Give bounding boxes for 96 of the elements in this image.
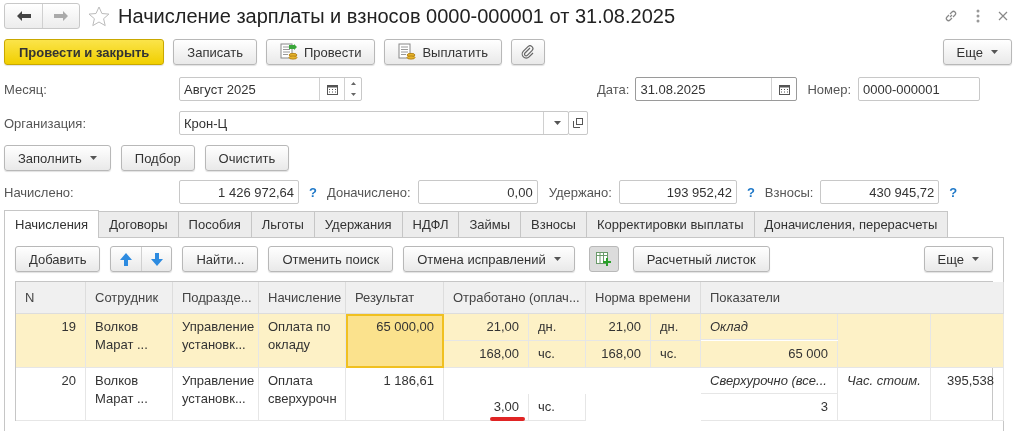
more-button[interactable]: Еще [923,246,993,272]
caret-icon [972,257,979,261]
action-button[interactable]: Очистить [204,145,290,171]
tab[interactable]: Взносы [520,211,587,237]
table-cell: Управление установк... [173,314,259,368]
table-cell: 3,00 [444,394,529,421]
document-arrow-icon [279,43,298,61]
month-field[interactable]: Август 2025 [179,77,362,101]
table-cell: Оклад [701,314,838,340]
table-cell: 3 [701,394,838,421]
table-cell: 168,00 [586,341,651,368]
table-cell: Час. стоим. [838,368,931,421]
back-arrow-icon [16,11,31,21]
organization-label: Организация: [4,115,88,131]
window-title: Начисление зарплаты и взносов 0000-000001 от 31.08.2025 [118,4,677,28]
calendar-icon[interactable] [326,83,338,95]
table-cell: 19 [16,314,86,368]
table-cell: 1 186,61 [346,368,444,421]
table-toolbar-button[interactable]: Добавить [15,246,101,272]
arrow-up-icon [120,252,133,266]
table-toolbar-button[interactable]: Отмена исправлений [403,246,575,272]
total-label: Доначислено: [326,184,411,200]
table-toolbar-button[interactable]: Расчетный листок [632,246,770,272]
tab[interactable]: Доначисления, перерасчеты [753,211,949,237]
paperclip-icon [520,45,535,59]
table-cell: 395,538 [931,368,1004,421]
table-cell: Оплата по окладу [259,314,346,368]
tab[interactable]: Договоры [98,211,179,237]
table-cell: 21,00 [586,314,651,341]
tab[interactable]: Удержания [313,211,403,237]
column-header[interactable]: N [25,290,35,305]
total-label: Удержано: [548,184,612,200]
tab[interactable]: Начисления [4,210,100,238]
document-coins-icon [398,43,417,61]
action-button[interactable]: Подбор [120,145,195,171]
more-button[interactable]: Еще [942,39,1012,65]
more-icon[interactable] [976,9,980,23]
caret-icon [553,121,561,125]
caret-icon [553,257,561,261]
total-label: Начислено: [4,184,75,200]
fill-button[interactable]: Заполнить [4,145,111,171]
post-button[interactable]: Провести [265,39,376,65]
forward-arrow-icon [54,11,68,21]
total-field[interactable]: 1 426 972,64 [179,180,299,204]
star-icon[interactable] [88,5,110,27]
open-button[interactable] [568,111,588,135]
table-cell: Сверхурочно (все... [701,368,838,394]
spin-up-icon[interactable] [350,82,356,85]
help-link[interactable]: ? [949,184,958,200]
table-add-icon [595,252,612,266]
organization-field[interactable]: Крон-Ц [179,111,569,135]
close-icon[interactable] [998,11,1008,21]
table-cell: чс. [651,341,701,368]
table-cell: дн. [651,314,701,341]
tab[interactable]: Пособия [177,211,252,237]
tab[interactable]: Займы [458,211,522,237]
table-cell: 21,00 [444,314,529,341]
table-cell: 20 [16,368,86,421]
calendar-icon[interactable] [778,83,790,95]
post-and-close-button[interactable]: Провести и закрыть [4,39,165,65]
tab[interactable]: Льготы [250,211,315,237]
table-cell: Оплата сверхурочн [259,368,346,421]
open-window-icon [573,118,583,128]
caret-icon [991,50,998,54]
table-cell: Управление установк... [173,368,259,421]
help-link[interactable]: ? [746,184,755,200]
table-cell: Волков Марат ... [86,368,173,421]
date-field[interactable]: 31.08.2025 [635,77,798,101]
tab[interactable]: Корректировки выплаты [585,211,755,237]
tab[interactable]: НДФЛ [401,211,460,237]
column-header[interactable]: Показатели [710,290,780,305]
arrow-down-icon [150,252,163,266]
date-label: Дата: [597,81,630,97]
month-label: Месяц: [4,81,48,97]
table-cell: 168,00 [444,341,529,368]
table-toolbar-button[interactable]: Найти... [182,246,259,272]
table-cell: Волков Марат ... [86,314,173,368]
save-button[interactable]: Записать [173,39,257,65]
table-cell: 65 000,00 [346,314,444,368]
total-field[interactable]: 193 952,42 [618,180,737,204]
total-field[interactable]: 0,00 [417,180,538,204]
total-label: Взносы: [764,184,814,200]
table-cell: чс. [529,341,586,368]
link-icon[interactable] [944,9,958,23]
table-toolbar-button[interactable]: Отменить поиск [268,246,394,272]
table-cell: дн. [529,314,586,341]
table-cell: чс. [529,394,586,421]
table-cell: 65 000 [701,341,838,368]
total-field[interactable]: 430 945,72 [820,180,940,204]
number-field[interactable]: 0000-000001 [858,77,981,101]
spin-down-icon[interactable] [350,93,356,96]
pay-button[interactable]: Выплатить [384,39,502,65]
number-label: Номер: [807,81,852,97]
attach-button[interactable] [510,39,545,65]
add-column-button[interactable] [588,246,619,272]
help-link[interactable]: ? [309,184,317,200]
